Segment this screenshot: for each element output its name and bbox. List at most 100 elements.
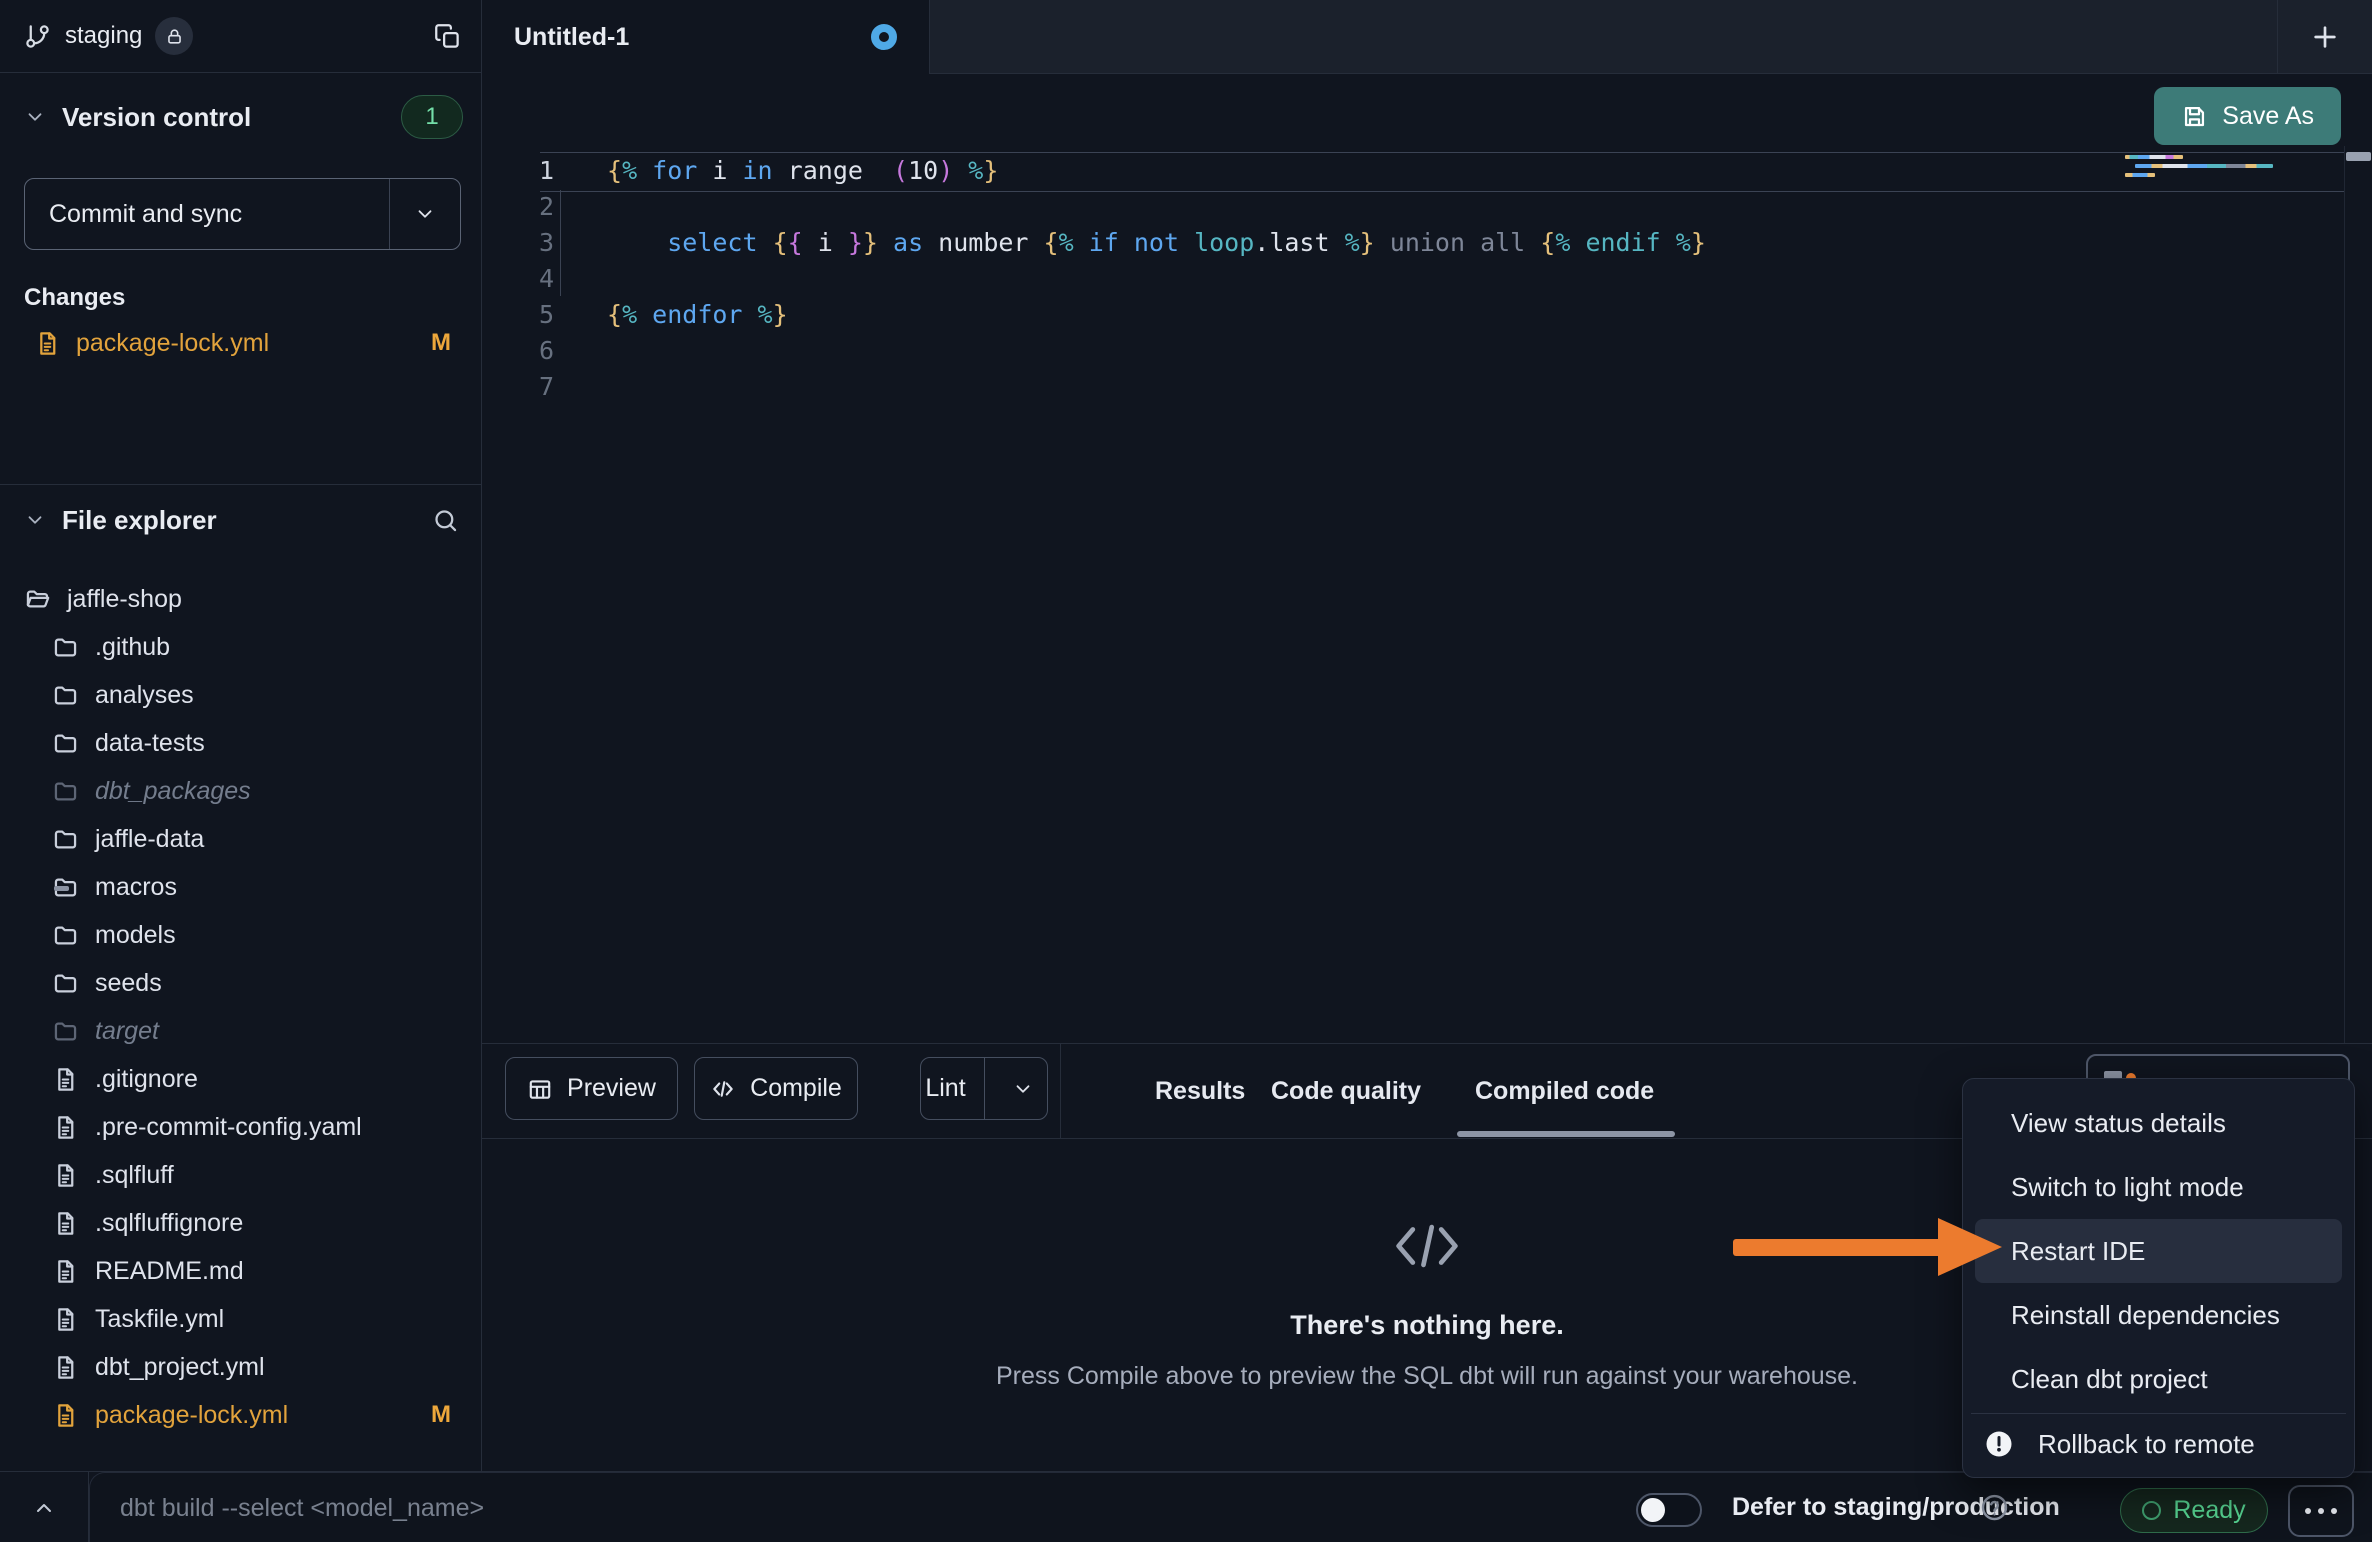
scrollbar-track — [2344, 146, 2345, 1043]
menu-item-label: View status details — [2011, 1108, 2226, 1139]
tree-item-analyses[interactable]: analyses — [0, 671, 481, 719]
tree-item-label: README.md — [95, 1257, 244, 1286]
tree-item-target[interactable]: target — [0, 1007, 481, 1055]
plus-icon — [2309, 21, 2341, 53]
file-tree: jaffle-shop .github analyses data-tests dbt_… — [0, 560, 481, 1471]
menu-item-view-status-details[interactable]: View status details — [1975, 1091, 2342, 1155]
changed-file-name: package-lock.yml — [76, 329, 269, 358]
tree-item-data-tests[interactable]: data-tests — [0, 719, 481, 767]
commit-options-toggle[interactable] — [389, 179, 460, 249]
file-icon — [52, 1402, 79, 1429]
defer-label: Defer to staging/production — [1732, 1472, 2060, 1542]
status-ready-dot — [2142, 1501, 2161, 1520]
code-editor[interactable]: 1234567 {% for i in range (10) %} select… — [482, 146, 2372, 1043]
tree-item-models[interactable]: models — [0, 911, 481, 959]
ide-options-menu: View status details Switch to light mode R… — [1962, 1078, 2355, 1478]
version-control-title: Version control — [62, 102, 251, 133]
help-icon[interactable] — [1980, 1493, 2009, 1522]
new-tab-button[interactable] — [2277, 0, 2372, 73]
toolbar-divider — [1060, 1044, 1061, 1138]
tree-item-label: analyses — [95, 681, 194, 710]
lock-icon — [165, 27, 184, 46]
changes-label: Changes — [24, 284, 125, 312]
preview-label: Preview — [567, 1074, 656, 1103]
tree-item-.sqlfluffignore[interactable]: .sqlfluffignore — [0, 1199, 481, 1247]
version-control-header[interactable]: Version control 1 — [24, 94, 463, 140]
menu-item-clean-dbt-project[interactable]: Clean dbt project — [1975, 1347, 2342, 1411]
menu-item-label: Clean dbt project — [2011, 1364, 2208, 1395]
line-number: 5 — [482, 297, 554, 333]
folder-icon — [52, 922, 79, 949]
line-number: 4 — [482, 261, 554, 297]
tree-item-label: dbt_project.yml — [95, 1353, 265, 1382]
tree-item-.sqlfluff[interactable]: .sqlfluff — [0, 1151, 481, 1199]
folder-icon — [52, 826, 79, 853]
search-icon[interactable] — [432, 507, 459, 534]
tree-item-Taskfile.yml[interactable]: Taskfile.yml — [0, 1295, 481, 1343]
command-bar: dbt build --select <model_name> Defer to… — [0, 1471, 2372, 1542]
tree-item-label: .gitignore — [95, 1065, 198, 1094]
menu-item-rollback-to-remote[interactable]: Rollback to remote — [1975, 1416, 2342, 1472]
tree-item-label: jaffle-shop — [67, 585, 182, 614]
tree-item-dbt_project.yml[interactable]: dbt_project.yml — [0, 1343, 481, 1391]
lint-options-toggle[interactable] — [999, 1078, 1047, 1100]
branch-lock-badge — [155, 17, 193, 55]
folder-icon — [52, 730, 79, 757]
status-ready-label: Ready — [2173, 1496, 2245, 1525]
tree-item-label: data-tests — [95, 729, 205, 758]
file-icon — [52, 1066, 79, 1093]
tree-item-label: .sqlfluff — [95, 1161, 174, 1190]
tab-compiled-code[interactable]: Compiled code — [1475, 1044, 1654, 1138]
empty-state-title: There's nothing here. — [1290, 1310, 1563, 1341]
copy-branch-icon[interactable] — [434, 23, 461, 50]
changed-file-row[interactable]: package-lock.yml M — [0, 320, 481, 366]
ide-options-button[interactable] — [2288, 1485, 2354, 1537]
table-icon — [527, 1076, 553, 1102]
file-icon — [52, 1114, 79, 1141]
compile-button[interactable]: Compile — [694, 1057, 858, 1120]
scrollbar-thumb[interactable] — [2346, 152, 2371, 161]
lint-button[interactable]: Lint — [920, 1057, 1048, 1120]
folder-icon — [52, 1018, 79, 1045]
menu-item-label: Restart IDE — [2011, 1236, 2145, 1267]
empty-state-code-icon — [1389, 1220, 1465, 1277]
file-icon — [34, 330, 61, 357]
tree-item-package-lock.yml[interactable]: package-lock.ymlM — [0, 1391, 481, 1439]
command-placeholder: dbt build --select <model_name> — [120, 1473, 484, 1542]
tree-item-.github[interactable]: .github — [0, 623, 481, 671]
tree-item-.gitignore[interactable]: .gitignore — [0, 1055, 481, 1103]
tree-item-macros[interactable]: macros — [0, 863, 481, 911]
active-tab-underline — [1457, 1131, 1675, 1137]
tree-item-.pre-commit-config.yaml[interactable]: .pre-commit-config.yaml — [0, 1103, 481, 1151]
code-line-3: select {{ i }} as number {% if not loop.… — [607, 225, 1706, 261]
folder-icon — [52, 970, 79, 997]
tree-item-README.md[interactable]: README.md — [0, 1247, 481, 1295]
commit-and-sync-button[interactable]: Commit and sync — [24, 178, 461, 250]
ide-status-button[interactable]: Ready — [2120, 1488, 2268, 1533]
defer-toggle[interactable] — [1636, 1493, 1702, 1527]
tree-item-seeds[interactable]: seeds — [0, 959, 481, 1007]
ellipsis-icon — [2305, 1508, 2311, 1514]
tab-strip: Untitled-1 — [482, 0, 2372, 74]
preview-button[interactable]: Preview — [505, 1057, 678, 1120]
indent-guide — [560, 190, 561, 296]
tree-item-jaffle-shop[interactable]: jaffle-shop — [0, 575, 481, 623]
minimap[interactable] — [2125, 155, 2277, 182]
save-as-button[interactable]: Save As — [2154, 87, 2341, 145]
tree-item-dbt_packages[interactable]: dbt_packages — [0, 767, 481, 815]
menu-item-restart-ide[interactable]: Restart IDE — [1975, 1219, 2342, 1283]
file-explorer-title: File explorer — [62, 505, 217, 536]
menu-item-reinstall-dependencies[interactable]: Reinstall dependencies — [1975, 1283, 2342, 1347]
tree-item-label: Taskfile.yml — [95, 1305, 224, 1334]
collapse-panel-button[interactable] — [0, 1472, 89, 1542]
save-as-label: Save As — [2222, 102, 2314, 131]
file-explorer-header[interactable]: File explorer — [24, 497, 459, 543]
tab-untitled-1[interactable]: Untitled-1 — [482, 0, 930, 74]
tree-item-jaffle-data[interactable]: jaffle-data — [0, 815, 481, 863]
tree-item-label: .sqlfluffignore — [95, 1209, 243, 1238]
tree-item-label: dbt_packages — [95, 777, 251, 806]
menu-item-switch-to-light-mode[interactable]: Switch to light mode — [1975, 1155, 2342, 1219]
tab-code-quality[interactable]: Code quality — [1271, 1044, 1421, 1138]
tab-results[interactable]: Results — [1155, 1044, 1245, 1138]
compile-label: Compile — [750, 1074, 842, 1103]
